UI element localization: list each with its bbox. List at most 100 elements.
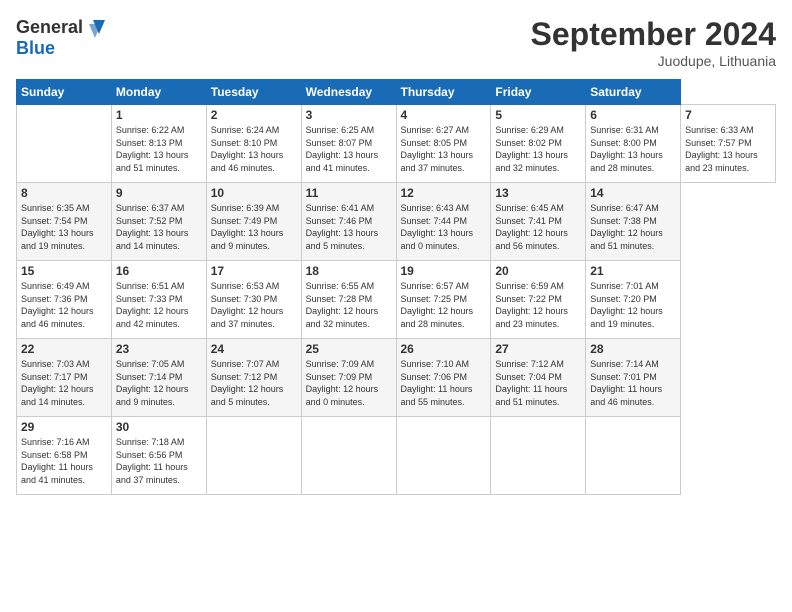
calendar-cell: 21 Sunrise: 7:01 AMSunset: 7:20 PMDayligh…: [586, 261, 681, 339]
day-number: 23: [116, 342, 202, 356]
cell-text: Sunrise: 6:24 AMSunset: 8:10 PMDaylight:…: [211, 125, 284, 173]
cell-text: Sunrise: 7:10 AMSunset: 7:06 PMDaylight:…: [401, 359, 473, 407]
header-saturday: Saturday: [586, 80, 681, 105]
day-number: 10: [211, 186, 297, 200]
day-number: 4: [401, 108, 487, 122]
cell-text: Sunrise: 7:01 AMSunset: 7:20 PMDaylight:…: [590, 281, 663, 329]
day-number: 21: [590, 264, 676, 278]
cell-text: Sunrise: 6:39 AMSunset: 7:49 PMDaylight:…: [211, 203, 284, 251]
header-wednesday: Wednesday: [301, 80, 396, 105]
calendar-cell: [586, 417, 681, 495]
calendar-week-row: 1Sunrise: 6:22 AMSunset: 8:13 PMDaylight…: [17, 105, 776, 183]
calendar-cell: [17, 105, 112, 183]
day-number: 13: [495, 186, 581, 200]
cell-text: Sunrise: 7:12 AMSunset: 7:04 PMDaylight:…: [495, 359, 567, 407]
day-number: 18: [306, 264, 392, 278]
day-number: 20: [495, 264, 581, 278]
header-monday: Monday: [111, 80, 206, 105]
calendar-week-row: 15 Sunrise: 6:49 AMSunset: 7:36 PMDayligh…: [17, 261, 776, 339]
calendar-cell: 25 Sunrise: 7:09 AMSunset: 7:09 PMDayligh…: [301, 339, 396, 417]
title-block: September 2024 Juodupe, Lithuania: [531, 16, 776, 69]
page-header: General Blue September 2024 Juodupe, Lit…: [16, 16, 776, 69]
calendar-cell: 23 Sunrise: 7:05 AMSunset: 7:14 PMDayligh…: [111, 339, 206, 417]
cell-text: Sunrise: 6:22 AMSunset: 8:13 PMDaylight:…: [116, 125, 189, 173]
calendar-cell: 18 Sunrise: 6:55 AMSunset: 7:28 PMDayligh…: [301, 261, 396, 339]
cell-text: Sunrise: 7:18 AMSunset: 6:56 PMDaylight:…: [116, 437, 188, 485]
day-number: 6: [590, 108, 676, 122]
cell-text: Sunrise: 6:49 AMSunset: 7:36 PMDaylight:…: [21, 281, 94, 329]
cell-text: Sunrise: 6:31 AMSunset: 8:00 PMDaylight:…: [590, 125, 663, 173]
day-number: 17: [211, 264, 297, 278]
cell-text: Sunrise: 6:35 AMSunset: 7:54 PMDaylight:…: [21, 203, 94, 251]
day-number: 27: [495, 342, 581, 356]
calendar-cell: 20 Sunrise: 6:59 AMSunset: 7:22 PMDayligh…: [491, 261, 586, 339]
header-thursday: Thursday: [396, 80, 491, 105]
calendar-page: General Blue September 2024 Juodupe, Lit…: [0, 0, 792, 612]
calendar-header-row: SundayMondayTuesdayWednesdayThursdayFrid…: [17, 80, 776, 105]
day-number: 3: [306, 108, 392, 122]
day-number: 14: [590, 186, 676, 200]
day-number: 26: [401, 342, 487, 356]
calendar-cell: [491, 417, 586, 495]
cell-text: Sunrise: 7:14 AMSunset: 7:01 PMDaylight:…: [590, 359, 662, 407]
calendar-cell: 4 Sunrise: 6:27 AMSunset: 8:05 PMDaylight…: [396, 105, 491, 183]
cell-text: Sunrise: 6:41 AMSunset: 7:46 PMDaylight:…: [306, 203, 379, 251]
cell-text: Sunrise: 6:57 AMSunset: 7:25 PMDaylight:…: [401, 281, 474, 329]
calendar-cell: 8 Sunrise: 6:35 AMSunset: 7:54 PMDaylight…: [17, 183, 112, 261]
calendar-cell: 15 Sunrise: 6:49 AMSunset: 7:36 PMDayligh…: [17, 261, 112, 339]
day-number: 8: [21, 186, 107, 200]
day-number: 12: [401, 186, 487, 200]
day-number: 5: [495, 108, 581, 122]
day-number: 29: [21, 420, 107, 434]
day-number: 2: [211, 108, 297, 122]
cell-text: Sunrise: 6:45 AMSunset: 7:41 PMDaylight:…: [495, 203, 568, 251]
day-number: 22: [21, 342, 107, 356]
logo-general-text: General: [16, 17, 83, 38]
calendar-week-row: 8 Sunrise: 6:35 AMSunset: 7:54 PMDaylight…: [17, 183, 776, 261]
header-sunday: Sunday: [17, 80, 112, 105]
calendar-cell: [206, 417, 301, 495]
calendar-cell: 5 Sunrise: 6:29 AMSunset: 8:02 PMDaylight…: [491, 105, 586, 183]
cell-text: Sunrise: 6:27 AMSunset: 8:05 PMDaylight:…: [401, 125, 474, 173]
cell-text: Sunrise: 6:59 AMSunset: 7:22 PMDaylight:…: [495, 281, 568, 329]
calendar-cell: 16 Sunrise: 6:51 AMSunset: 7:33 PMDayligh…: [111, 261, 206, 339]
calendar-cell: 22 Sunrise: 7:03 AMSunset: 7:17 PMDayligh…: [17, 339, 112, 417]
day-number: 9: [116, 186, 202, 200]
cell-text: Sunrise: 7:05 AMSunset: 7:14 PMDaylight:…: [116, 359, 189, 407]
cell-text: Sunrise: 6:43 AMSunset: 7:44 PMDaylight:…: [401, 203, 474, 251]
calendar-cell: 11 Sunrise: 6:41 AMSunset: 7:46 PMDayligh…: [301, 183, 396, 261]
calendar-cell: 19Sunrise: 6:57 AMSunset: 7:25 PMDayligh…: [396, 261, 491, 339]
day-number: 11: [306, 186, 392, 200]
logo-blue-text: Blue: [16, 38, 107, 59]
cell-text: Sunrise: 7:07 AMSunset: 7:12 PMDaylight:…: [211, 359, 284, 407]
cell-text: Sunrise: 7:09 AMSunset: 7:09 PMDaylight:…: [306, 359, 379, 407]
calendar-cell: 14Sunrise: 6:47 AMSunset: 7:38 PMDayligh…: [586, 183, 681, 261]
calendar-cell: [396, 417, 491, 495]
logo-icon: [85, 16, 107, 38]
day-number: 25: [306, 342, 392, 356]
cell-text: Sunrise: 6:37 AMSunset: 7:52 PMDaylight:…: [116, 203, 189, 251]
calendar-cell: 30Sunrise: 7:18 AMSunset: 6:56 PMDayligh…: [111, 417, 206, 495]
cell-text: Sunrise: 6:55 AMSunset: 7:28 PMDaylight:…: [306, 281, 379, 329]
calendar-cell: 12 Sunrise: 6:43 AMSunset: 7:44 PMDayligh…: [396, 183, 491, 261]
calendar-cell: [301, 417, 396, 495]
calendar-cell: 13 Sunrise: 6:45 AMSunset: 7:41 PMDayligh…: [491, 183, 586, 261]
calendar-cell: 24Sunrise: 7:07 AMSunset: 7:12 PMDayligh…: [206, 339, 301, 417]
logo: General Blue: [16, 16, 107, 59]
calendar-cell: 3 Sunrise: 6:25 AMSunset: 8:07 PMDaylight…: [301, 105, 396, 183]
calendar-week-row: 22 Sunrise: 7:03 AMSunset: 7:17 PMDayligh…: [17, 339, 776, 417]
calendar-cell: 29Sunrise: 7:16 AMSunset: 6:58 PMDayligh…: [17, 417, 112, 495]
calendar-cell: 10 Sunrise: 6:39 AMSunset: 7:49 PMDayligh…: [206, 183, 301, 261]
calendar-cell: 26 Sunrise: 7:10 AMSunset: 7:06 PMDayligh…: [396, 339, 491, 417]
location: Juodupe, Lithuania: [531, 53, 776, 69]
day-number: 16: [116, 264, 202, 278]
cell-text: Sunrise: 6:29 AMSunset: 8:02 PMDaylight:…: [495, 125, 568, 173]
calendar-cell: 6 Sunrise: 6:31 AMSunset: 8:00 PMDaylight…: [586, 105, 681, 183]
calendar-table: SundayMondayTuesdayWednesdayThursdayFrid…: [16, 79, 776, 495]
cell-text: Sunrise: 6:51 AMSunset: 7:33 PMDaylight:…: [116, 281, 189, 329]
cell-text: Sunrise: 6:25 AMSunset: 8:07 PMDaylight:…: [306, 125, 379, 173]
day-number: 15: [21, 264, 107, 278]
cell-text: Sunrise: 7:03 AMSunset: 7:17 PMDaylight:…: [21, 359, 94, 407]
calendar-week-row: 29Sunrise: 7:16 AMSunset: 6:58 PMDayligh…: [17, 417, 776, 495]
calendar-cell: 17Sunrise: 6:53 AMSunset: 7:30 PMDayligh…: [206, 261, 301, 339]
